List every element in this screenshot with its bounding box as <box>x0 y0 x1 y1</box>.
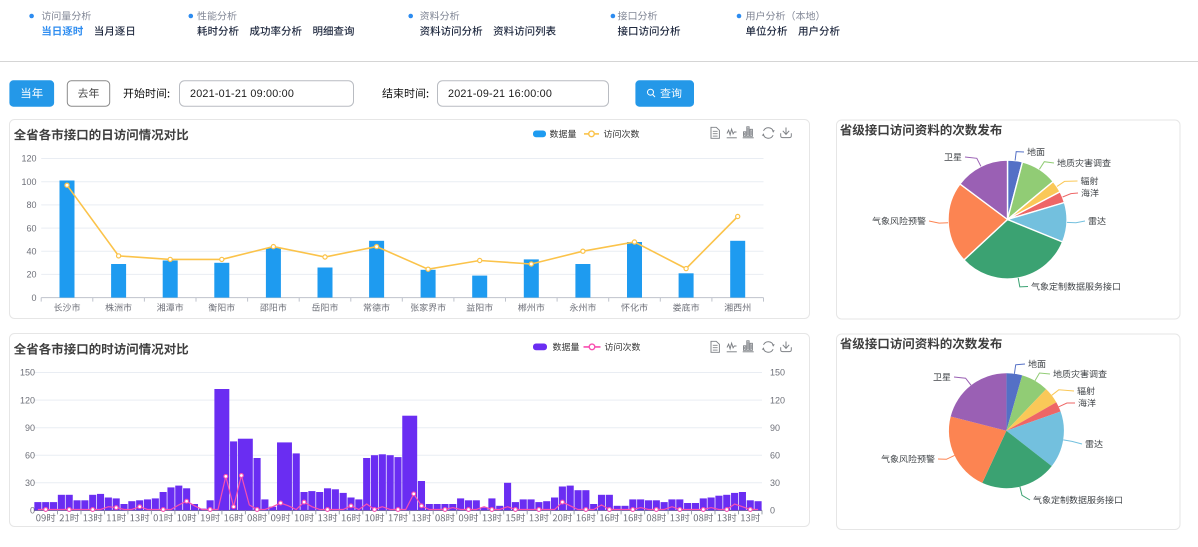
svg-text:120: 120 <box>770 395 785 405</box>
svg-text:2021-01-21 09:00:00: 2021-01-21 09:00:00 <box>190 88 294 100</box>
svg-text:60: 60 <box>770 450 780 460</box>
svg-text:80: 80 <box>26 200 36 210</box>
svg-text:100: 100 <box>21 177 36 187</box>
svg-text:60: 60 <box>26 223 36 233</box>
svg-text:120: 120 <box>21 154 36 164</box>
svg-text:150: 150 <box>770 368 785 378</box>
svg-text:60: 60 <box>25 450 35 460</box>
svg-text:0: 0 <box>770 506 775 516</box>
svg-text:150: 150 <box>20 368 35 378</box>
svg-text:90: 90 <box>770 423 780 433</box>
svg-text:30: 30 <box>770 478 780 488</box>
svg-text:120: 120 <box>20 395 35 405</box>
svg-text:30: 30 <box>25 478 35 488</box>
svg-text:40: 40 <box>26 246 36 256</box>
svg-text:2021-09-21 16:00:00: 2021-09-21 16:00:00 <box>448 88 552 100</box>
svg-text:20: 20 <box>26 270 36 280</box>
svg-text:0: 0 <box>31 293 36 303</box>
svg-text:90: 90 <box>25 423 35 433</box>
